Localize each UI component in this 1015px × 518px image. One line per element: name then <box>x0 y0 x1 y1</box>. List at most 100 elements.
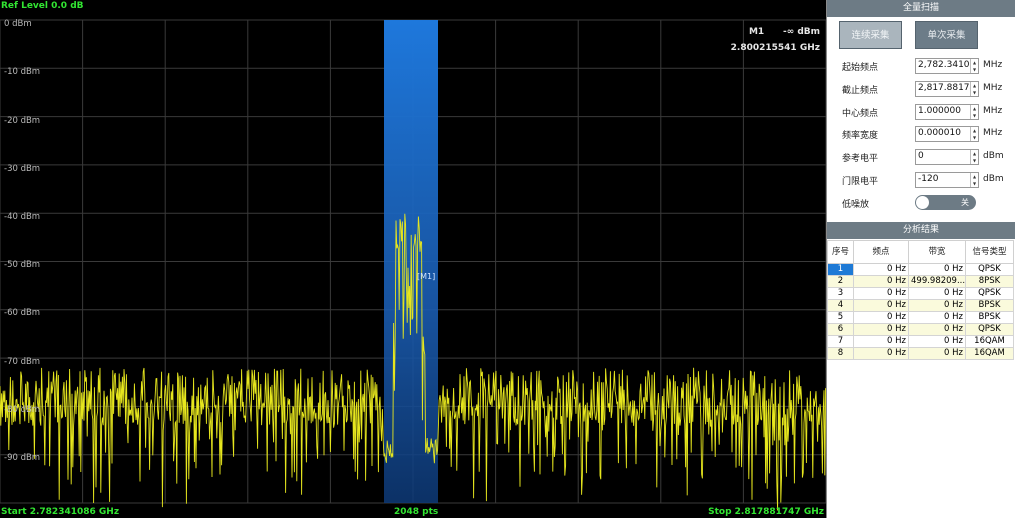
signal-type-cell: QPSK <box>965 323 1014 336</box>
bandwidth-cell: 0 Hz <box>908 299 966 312</box>
spinner-arrows-icon[interactable]: ▲ ▼ <box>970 127 978 141</box>
table-row[interactable]: 20 Hz 499.98209... 8PSK <box>827 275 1014 288</box>
row-index-cell: 5 <box>827 311 854 324</box>
field-unit: dBm <box>983 174 1004 184</box>
y-axis-label: -70 dBm <box>4 357 41 367</box>
row-index-cell: 1 <box>827 263 854 276</box>
start-frequency-input[interactable]: 2,782.341086▲▼ <box>915 58 979 74</box>
center-frequency-input[interactable]: 1.000000 ▲ ▼ <box>915 104 979 120</box>
row-index-cell: 7 <box>827 335 854 348</box>
spinner-arrows-icon[interactable]: ▲ ▼ <box>970 59 978 73</box>
field-label: 中心频点 <box>842 109 879 119</box>
column-header[interactable]: 序号 <box>827 240 854 264</box>
y-axis-label: -80 dBm <box>4 405 41 415</box>
field-unit: dBm <box>983 151 1004 161</box>
table-header-row: 序号 频点 带宽 信号类型 <box>827 240 1014 264</box>
reference-level-input[interactable]: 0 ▲ ▼ <box>915 149 979 165</box>
field-label: 频率宽度 <box>842 131 879 141</box>
marker-tag[interactable]: [M1] <box>417 272 435 281</box>
frequency-cell: 0 Hz <box>853 311 909 324</box>
toggle-state-label: 关 <box>961 198 969 207</box>
table-row[interactable]: 40 Hz 0 Hz BPSK <box>827 299 1014 312</box>
field-label: 参考电平 <box>842 154 879 164</box>
row-index-cell: 6 <box>827 323 854 336</box>
signal-type-cell: BPSK <box>965 311 1014 324</box>
spinner-arrows-icon[interactable]: ▲ ▼ <box>970 173 978 187</box>
bandwidth-cell: 0 Hz <box>908 335 966 348</box>
y-axis-label: -60 dBm <box>4 308 41 318</box>
table-row[interactable]: 60 Hz 0 Hz QPSK <box>827 323 1014 336</box>
toggle-knob <box>916 196 929 209</box>
field-unit: MHz <box>983 106 1003 116</box>
table-row[interactable]: 80 Hz 0 Hz 16QAM <box>827 347 1014 360</box>
column-header[interactable]: 带宽 <box>908 240 966 264</box>
marker-level: -∞ dBm <box>782 27 820 37</box>
start-frequency-label: Start 2.782341086 GHz <box>1 507 120 517</box>
table-row[interactable]: 70 Hz 0 Hz 16QAM <box>827 335 1014 348</box>
signal-type-cell: 16QAM <box>965 335 1014 348</box>
stop-frequency-label: Stop 2.817881747 GHz <box>708 507 824 517</box>
table-body: 10 Hz 0 Hz QPSK 2 0 Hz 499.98209... 8PSK 3 0 Hz 0… <box>827 263 1014 360</box>
y-axis-label: -20 dBm <box>4 116 41 126</box>
frequency-cell: 0 Hz <box>853 263 909 276</box>
threshold-level-row: 门限电平 -120 ▲ ▼ dBm <box>827 172 1015 188</box>
column-header[interactable]: 信号类型 <box>965 240 1014 264</box>
y-axis-label: -30 dBm <box>4 164 41 174</box>
marker-readout: M1 -∞ dBm 2.800215541 GHz <box>731 24 820 56</box>
analysis-results-table: 序号 频点 带宽 信号类型 10 Hz 0 Hz QPSK 2 0 Hz 499.9820… <box>827 240 1014 360</box>
signal-type-cell: BPSK <box>965 299 1014 312</box>
frequency-cell: 0 Hz <box>853 275 909 288</box>
threshold-level-input[interactable]: -120 ▲ ▼ <box>915 172 979 188</box>
frequency-cell: 0 Hz <box>853 299 909 312</box>
single-acquire-button[interactable]: 单次采集 <box>915 21 978 49</box>
ref-level-label: Ref Level 0.0 dB <box>1 1 84 11</box>
bandwidth-cell: 499.98209... <box>908 275 966 288</box>
spinner-arrows-icon[interactable]: ▲ ▼ <box>970 82 978 96</box>
y-axis-label: -50 dBm <box>4 260 41 270</box>
start-frequency-row: 起始频点 2,782.341086▲▼ MHz <box>827 58 1015 74</box>
spinner-arrows-icon[interactable]: ▲ ▼ <box>970 150 978 164</box>
table-row[interactable]: 10 Hz 0 Hz QPSK <box>827 263 1014 276</box>
frequency-span-input[interactable]: 0.000010 ▲ ▼ <box>915 126 979 142</box>
bandwidth-cell: 0 Hz <box>908 323 966 336</box>
y-axis-label: -10 dBm <box>4 67 41 77</box>
field-label: 门限电平 <box>842 177 879 187</box>
center-frequency-row: 中心频点 1.000000 ▲ ▼ MHz <box>827 104 1015 120</box>
column-header[interactable]: 频点 <box>853 240 909 264</box>
signal-type-cell: 8PSK <box>965 275 1014 288</box>
frequency-cell: 0 Hz <box>853 335 909 348</box>
continuous-acquire-button[interactable]: 连续采集 <box>839 21 902 49</box>
field-unit: MHz <box>983 128 1003 138</box>
field-label: 低噪放 <box>842 200 870 210</box>
bandwidth-cell: 0 Hz <box>908 263 966 276</box>
frequency-cell: 0 Hz <box>853 287 909 300</box>
spectrum-display[interactable]: Ref Level 0.0 dB 0 dBm -10 dBm -20 dBm -… <box>0 0 826 518</box>
y-axis-label: -90 dBm <box>4 453 41 463</box>
points-label: 2048 pts <box>394 507 439 517</box>
row-index-cell: 4 <box>827 299 854 312</box>
spinner-arrows-icon[interactable]: ▲ ▼ <box>970 105 978 119</box>
row-index-cell: 8 <box>827 347 854 360</box>
bandwidth-cell: 0 Hz <box>908 287 966 300</box>
results-section-header: 分析结果 <box>827 222 1015 239</box>
reference-level-row: 参考电平 0 ▲ ▼ dBm <box>827 149 1015 165</box>
bandwidth-cell: 0 Hz <box>908 311 966 324</box>
spectrum-plot[interactable] <box>0 0 826 518</box>
table-row[interactable]: 50 Hz 0 Hz BPSK <box>827 311 1014 324</box>
bandwidth-cell: 0 Hz <box>908 347 966 360</box>
table-row[interactable]: 30 Hz 0 Hz QPSK <box>827 287 1014 300</box>
low-noise-amp-toggle[interactable]: 关 <box>915 195 976 210</box>
frequency-cell: 0 Hz <box>853 347 909 360</box>
scan-section-header: 全量扫描 <box>827 0 1015 17</box>
field-unit: MHz <box>983 83 1003 93</box>
frequency-cell: 0 Hz <box>853 323 909 336</box>
stop-frequency-input[interactable]: 2,817.881747▲▼ <box>915 81 979 97</box>
low-noise-amp-row: 低噪放 关 <box>827 195 1015 211</box>
field-label: 截止频点 <box>842 86 879 96</box>
field-label: 起始频点 <box>842 63 879 73</box>
row-index-cell: 2 <box>827 275 854 288</box>
signal-type-cell: QPSK <box>965 263 1014 276</box>
frequency-span-row: 频率宽度 0.000010 ▲ ▼ MHz <box>827 126 1015 142</box>
control-panel: 全量扫描 连续采集 单次采集 起始频点 2,782.341086▲▼ MHz 截… <box>826 0 1015 518</box>
marker-frequency: 2.800215541 GHz <box>730 43 820 53</box>
